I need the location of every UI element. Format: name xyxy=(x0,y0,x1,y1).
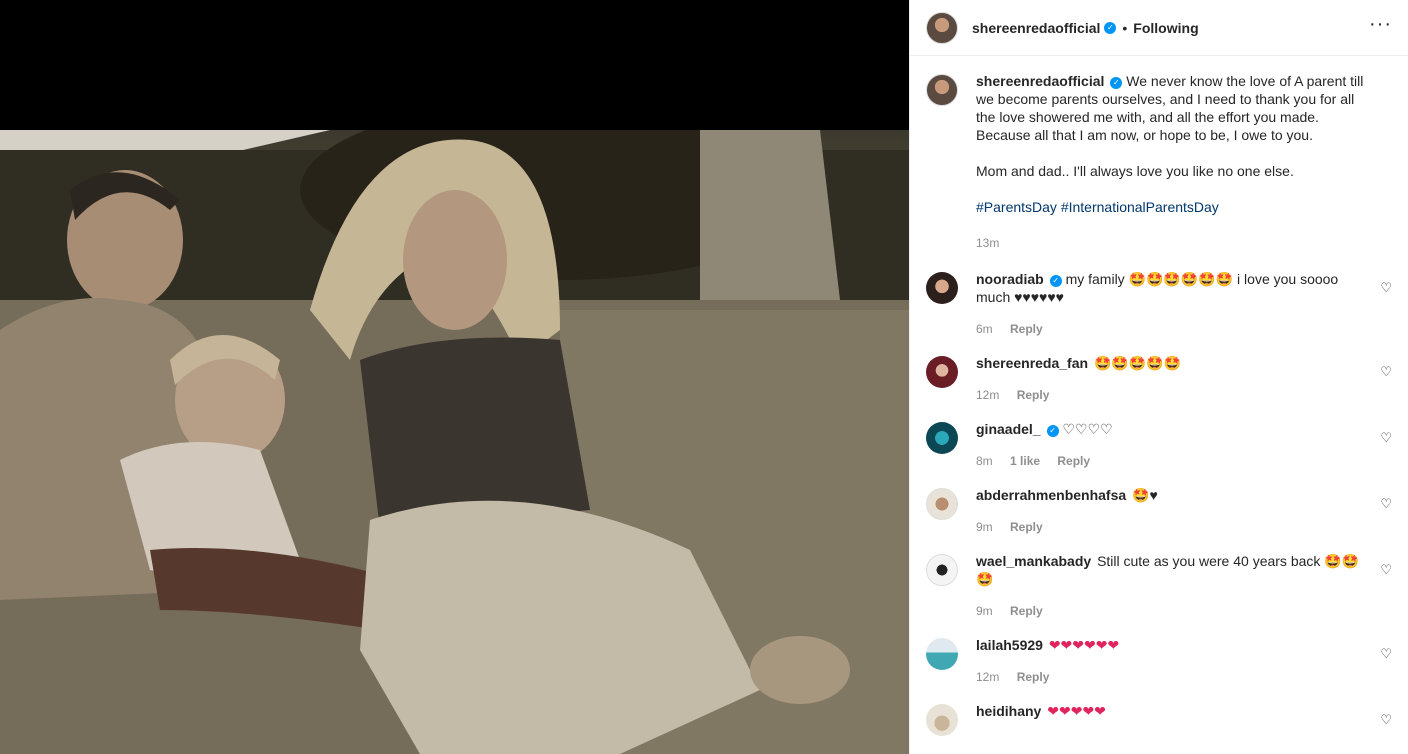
comment-meta: 9m Reply xyxy=(976,518,1364,536)
verified-badge-icon: ✓ xyxy=(1046,425,1059,437)
comment-text: 🤩🤩🤩🤩🤩 xyxy=(1093,355,1182,371)
comment-row: ginaadel_ ✓ ♡♡♡♡ 8m 1 like Reply ♡ xyxy=(926,420,1392,470)
caption-timestamp[interactable]: 13m xyxy=(976,236,999,250)
owner-username[interactable]: shereenredaofficial xyxy=(972,20,1100,36)
post-header: shereenredaofficial ✓ • Following ··· xyxy=(910,0,1408,56)
comment-meta: 12m Reply xyxy=(976,386,1364,404)
verified-badge-icon: ✓ xyxy=(1049,275,1062,287)
more-options-icon[interactable]: ··· xyxy=(1369,14,1392,34)
reply-button[interactable]: Reply xyxy=(1010,520,1043,534)
commenter-avatar[interactable] xyxy=(926,704,958,736)
comment-meta: 6m Reply xyxy=(976,320,1364,338)
commenter-avatar[interactable] xyxy=(926,638,958,670)
comment-meta: 12m Reply xyxy=(976,668,1364,686)
comment-text: 🤩♥ xyxy=(1132,487,1158,503)
comment-body: wael_mankabady Still cute as you were 40… xyxy=(976,552,1392,620)
comment-text: ❤❤❤❤❤ xyxy=(1047,703,1106,719)
caption-username[interactable]: shereenredaofficial xyxy=(976,73,1104,89)
comment-username[interactable]: nooradiab xyxy=(976,271,1044,287)
comment-username[interactable]: heidihany xyxy=(976,703,1041,719)
header-separator: • xyxy=(1122,19,1128,36)
comment-username[interactable]: abderrahmenbenhafsa xyxy=(976,487,1126,503)
comment-row: lailah5929 ❤❤❤❤❤❤ 12m Reply ♡ xyxy=(926,636,1392,686)
caption-text-line2: Mom and dad.. I'll always love you like … xyxy=(976,163,1294,179)
like-heart-icon[interactable]: ♡ xyxy=(1380,280,1392,296)
commenter-avatar[interactable] xyxy=(926,488,958,520)
verified-badge-icon: ✓ xyxy=(1110,77,1123,89)
caption-meta: 13m xyxy=(976,234,1364,252)
caption-body: shereenredaofficial ✓ We never know the l… xyxy=(976,72,1392,252)
reply-button[interactable]: Reply xyxy=(1057,454,1090,468)
following-button[interactable]: Following xyxy=(1133,20,1198,36)
post-side-panel: shereenredaofficial ✓ • Following ··· sh… xyxy=(909,0,1408,754)
comment-body: shereenreda_fan 🤩🤩🤩🤩🤩 12m Reply xyxy=(976,354,1392,404)
commenter-avatar[interactable] xyxy=(926,272,958,304)
like-heart-icon[interactable]: ♡ xyxy=(1380,364,1392,380)
comment-body: heidihany ❤❤❤❤❤ xyxy=(976,702,1392,736)
post-caption: shereenredaofficial ✓ We never know the l… xyxy=(926,72,1392,252)
comment-username[interactable]: lailah5929 xyxy=(976,637,1043,653)
like-heart-icon[interactable]: ♡ xyxy=(1380,712,1392,728)
like-heart-icon[interactable]: ♡ xyxy=(1380,562,1392,578)
post-media-pane xyxy=(0,0,909,754)
comment-body: nooradiab ✓ my family 🤩🤩🤩🤩🤩🤩 i love you s… xyxy=(976,270,1392,338)
verified-badge-icon: ✓ xyxy=(1104,21,1117,34)
comment-row: heidihany ❤❤❤❤❤ ♡ xyxy=(926,702,1392,736)
comment-timestamp[interactable]: 12m xyxy=(976,388,999,402)
comment-timestamp[interactable]: 9m xyxy=(976,604,993,618)
like-heart-icon[interactable]: ♡ xyxy=(1380,646,1392,662)
commenter-avatar[interactable] xyxy=(926,422,958,454)
comment-username[interactable]: wael_mankabady xyxy=(976,553,1091,569)
comment-timestamp[interactable]: 8m xyxy=(976,454,993,468)
reply-button[interactable]: Reply xyxy=(1010,322,1043,336)
comment-row: nooradiab ✓ my family 🤩🤩🤩🤩🤩🤩 i love you s… xyxy=(926,270,1392,338)
comment-timestamp[interactable]: 6m xyxy=(976,322,993,336)
like-heart-icon[interactable]: ♡ xyxy=(1380,430,1392,446)
reply-button[interactable]: Reply xyxy=(1017,670,1050,684)
owner-avatar[interactable] xyxy=(926,74,958,106)
comment-username[interactable]: shereenreda_fan xyxy=(976,355,1088,371)
comment-meta: 8m 1 like Reply xyxy=(976,452,1364,470)
comment-username[interactable]: ginaadel_ xyxy=(976,421,1041,437)
comment-body: abderrahmenbenhafsa 🤩♥ 9m Reply xyxy=(976,486,1392,536)
comment-timestamp[interactable]: 9m xyxy=(976,520,993,534)
comment-meta: 9m Reply xyxy=(976,602,1364,620)
reply-button[interactable]: Reply xyxy=(1017,388,1050,402)
caption-hashtags[interactable]: #ParentsDay #InternationalParentsDay xyxy=(976,198,1364,216)
comment-timestamp[interactable]: 12m xyxy=(976,670,999,684)
owner-avatar[interactable] xyxy=(926,11,958,44)
post-photo[interactable] xyxy=(0,130,909,754)
commenter-avatar[interactable] xyxy=(926,356,958,388)
comment-text: ♡♡♡♡ xyxy=(1062,421,1113,437)
comment-row: abderrahmenbenhafsa 🤩♥ 9m Reply ♡ xyxy=(926,486,1392,536)
comment-like-count[interactable]: 1 like xyxy=(1010,454,1040,468)
comment-text: ❤❤❤❤❤❤ xyxy=(1048,637,1120,653)
comment-body: lailah5929 ❤❤❤❤❤❤ 12m Reply xyxy=(976,636,1392,686)
commenter-avatar[interactable] xyxy=(926,554,958,586)
vintage-family-photo xyxy=(0,130,909,754)
reply-button[interactable]: Reply xyxy=(1010,604,1043,618)
comments-list: shereenredaofficial ✓ We never know the l… xyxy=(910,56,1408,736)
comment-row: shereenreda_fan 🤩🤩🤩🤩🤩 12m Reply ♡ xyxy=(926,354,1392,404)
comment-row: wael_mankabady Still cute as you were 40… xyxy=(926,552,1392,620)
comment-body: ginaadel_ ✓ ♡♡♡♡ 8m 1 like Reply xyxy=(976,420,1392,470)
like-heart-icon[interactable]: ♡ xyxy=(1380,496,1392,512)
